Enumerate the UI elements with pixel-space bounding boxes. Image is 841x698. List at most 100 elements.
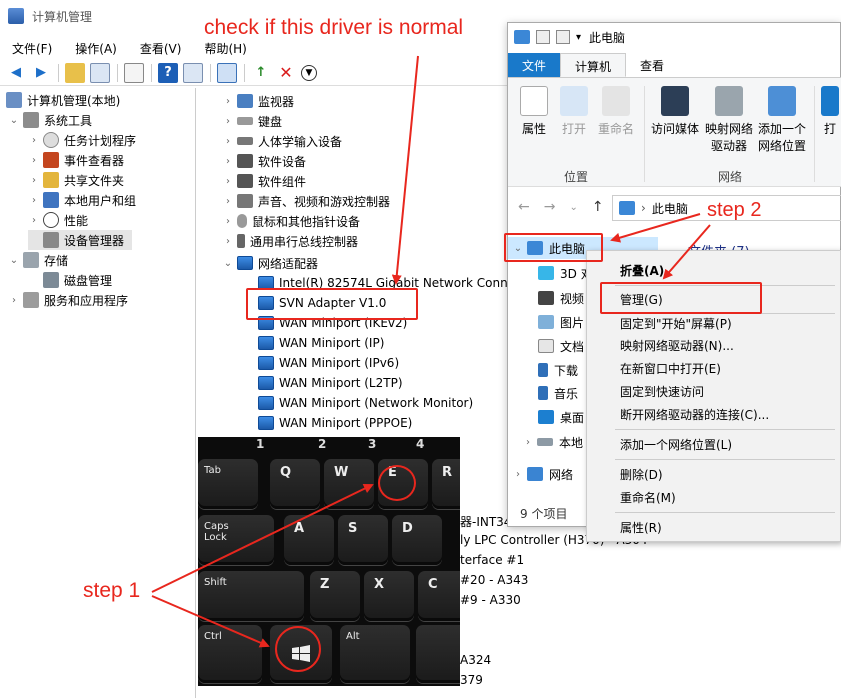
open-settings-button[interactable]: 打	[820, 86, 840, 137]
open-button[interactable]: 打开	[556, 86, 592, 137]
chevron-right-icon[interactable]: ›	[512, 469, 524, 480]
back-arrow-icon[interactable]: ←	[518, 199, 530, 215]
menu-item-collapse[interactable]: 折叠(A)	[620, 259, 664, 281]
tab-file[interactable]: 文件	[508, 53, 561, 77]
chevron-right-icon[interactable]: ›	[28, 155, 40, 166]
chevron-right-icon[interactable]: ›	[522, 437, 534, 448]
action-pane-icon[interactable]	[183, 62, 203, 83]
nav-item-documents[interactable]: 文档	[538, 335, 584, 357]
menu-item-pin-start[interactable]: 固定到"开始"屏幕(P)	[620, 312, 732, 334]
adapter-item[interactable]: WAN Miniport (IP)	[258, 333, 384, 353]
chevron-down-icon[interactable]: ⌄	[8, 115, 20, 126]
chevron-right-icon[interactable]: ›	[28, 135, 40, 146]
menu-item-delete[interactable]: 删除(D)	[620, 463, 663, 485]
chevron-right-icon[interactable]: ›	[222, 236, 234, 247]
qat-dropdown-icon[interactable]: ▾	[576, 32, 581, 43]
chevron-down-icon[interactable]: ⌄	[222, 258, 234, 269]
adapter-item[interactable]: WAN Miniport (L2TP)	[258, 373, 403, 393]
forward-icon[interactable]: ▶	[31, 63, 51, 83]
tree-item-device-manager[interactable]: 设备管理器	[28, 230, 132, 250]
nav-item-music[interactable]: 音乐	[538, 382, 578, 404]
help-icon[interactable]: ?	[158, 62, 178, 83]
video-icon	[538, 291, 554, 305]
chevron-right-icon[interactable]: ›	[222, 136, 234, 147]
menu-item-rename[interactable]: 重命名(M)	[620, 486, 676, 508]
adapter-item[interactable]: WAN Miniport (Network Monitor)	[258, 393, 473, 413]
menu-file[interactable]: 文件(F)	[0, 36, 63, 58]
tree-item-computer-management[interactable]: 计算机管理(本地)	[6, 90, 120, 110]
device-category-monitors[interactable]: › 监视器	[222, 91, 294, 111]
access-media-button[interactable]: 访问媒体	[650, 86, 700, 137]
device-category-hid[interactable]: › 人体学输入设备	[222, 131, 342, 151]
up-folder-icon[interactable]	[65, 62, 85, 83]
adapter-item[interactable]: WAN Miniport (PPPOE)	[258, 413, 412, 433]
device-category-usb[interactable]: › 通用串行总线控制器	[222, 231, 358, 251]
up-arrow-icon[interactable]: ↑	[592, 199, 604, 215]
chevron-right-icon[interactable]: ›	[28, 175, 40, 186]
tree-item-task-scheduler[interactable]: › 任务计划程序	[28, 130, 136, 150]
adapter-item[interactable]: WAN Miniport (IPv6)	[258, 353, 399, 373]
tree-item-storage[interactable]: ⌄ 存储	[8, 250, 68, 270]
device-category-software-devices[interactable]: › 软件设备	[222, 151, 306, 171]
chevron-down-icon[interactable]: ⌄	[8, 255, 20, 266]
device-category-mice[interactable]: › 鼠标和其他指针设备	[222, 211, 360, 231]
update-driver-icon[interactable]: ↑	[251, 63, 271, 83]
chevron-right-icon[interactable]: ›	[28, 195, 40, 206]
menu-item-pin-quick-access[interactable]: 固定到快速访问	[620, 380, 704, 402]
tree-item-local-users[interactable]: › 本地用户和组	[28, 190, 136, 210]
download-icon[interactable]: ▼	[301, 64, 317, 81]
chevron-right-icon[interactable]: ›	[222, 116, 234, 127]
menu-item-map-drive[interactable]: 映射网络驱动器(N)...	[620, 334, 734, 356]
tab-computer[interactable]: 计算机	[560, 53, 627, 77]
chevron-right-icon[interactable]: ›	[222, 196, 234, 207]
menu-item-properties[interactable]: 属性(R)	[620, 516, 662, 538]
menu-item-add-network-location[interactable]: 添加一个网络位置(L)	[620, 433, 732, 455]
new-folder-quick-icon[interactable]	[556, 30, 570, 44]
nav-item-network[interactable]: › 网络	[512, 463, 573, 485]
chevron-right-icon[interactable]: ›	[8, 295, 20, 306]
nav-item-pictures[interactable]: 图片	[538, 311, 584, 333]
key-label: S	[348, 521, 358, 536]
nav-item-downloads[interactable]: 下载	[538, 359, 578, 381]
chevron-right-icon[interactable]: ›	[222, 96, 234, 107]
nav-item-3d-objects[interactable]: 3D 对	[538, 262, 593, 284]
chevron-right-icon[interactable]: ›	[28, 215, 40, 226]
recent-dropdown-icon[interactable]: ⌄	[569, 202, 577, 213]
network-icon	[527, 467, 543, 481]
nav-item-desktop[interactable]: 桌面	[538, 406, 584, 428]
properties-icon[interactable]	[124, 62, 144, 83]
tree-item-services-apps[interactable]: › 服务和应用程序	[8, 290, 128, 310]
tree-item-performance[interactable]: › 性能	[28, 210, 88, 230]
menu-view[interactable]: 查看(V)	[128, 36, 193, 58]
tree-item-event-viewer[interactable]: › 事件查看器	[28, 150, 124, 170]
chevron-right-icon[interactable]: ›	[222, 156, 234, 167]
device-category-keyboards[interactable]: › 键盘	[222, 111, 282, 131]
nav-item-local-disk[interactable]: › 本地	[522, 431, 583, 453]
chevron-right-icon[interactable]: ›	[222, 216, 234, 227]
menu-item-disconnect-drive[interactable]: 断开网络驱动器的连接(C)...	[620, 403, 769, 425]
properties-quick-icon[interactable]	[536, 30, 550, 44]
properties-button[interactable]: 属性	[516, 86, 552, 137]
key-a: A	[284, 515, 334, 565]
device-category-network-adapters[interactable]: ⌄ 网络适配器	[222, 253, 318, 273]
uninstall-icon[interactable]: ✕	[276, 63, 296, 83]
show-tree-icon[interactable]	[90, 62, 110, 83]
tree-item-shared-folders[interactable]: › 共享文件夹	[28, 170, 124, 190]
rename-button[interactable]: 重命名	[596, 86, 636, 137]
tab-view[interactable]: 查看	[626, 53, 678, 77]
device-label: 软件设备	[258, 154, 307, 169]
menu-item-open-new-window[interactable]: 在新窗口中打开(E)	[620, 357, 721, 379]
tree-item-system-tools[interactable]: ⌄ 系统工具	[8, 110, 92, 130]
chevron-right-icon[interactable]: ›	[222, 176, 234, 187]
add-network-location-button[interactable]: 添加一个网络位置	[756, 86, 808, 154]
menu-action[interactable]: 操作(A)	[63, 36, 128, 58]
forward-arrow-icon[interactable]: →	[544, 199, 556, 215]
address-bar: ← → ⌄ ↑ › 此电脑	[508, 191, 841, 223]
device-category-software-components[interactable]: › 软件组件	[222, 171, 306, 191]
map-network-drive-button[interactable]: 映射网络驱动器	[704, 86, 754, 154]
back-icon[interactable]: ◀	[6, 63, 26, 83]
device-category-audio[interactable]: › 声音、视频和游戏控制器	[222, 191, 390, 211]
nav-item-videos[interactable]: 视频	[538, 287, 584, 309]
tree-item-disk-management[interactable]: 磁盘管理	[28, 270, 112, 290]
monitor-icon[interactable]	[217, 62, 237, 83]
